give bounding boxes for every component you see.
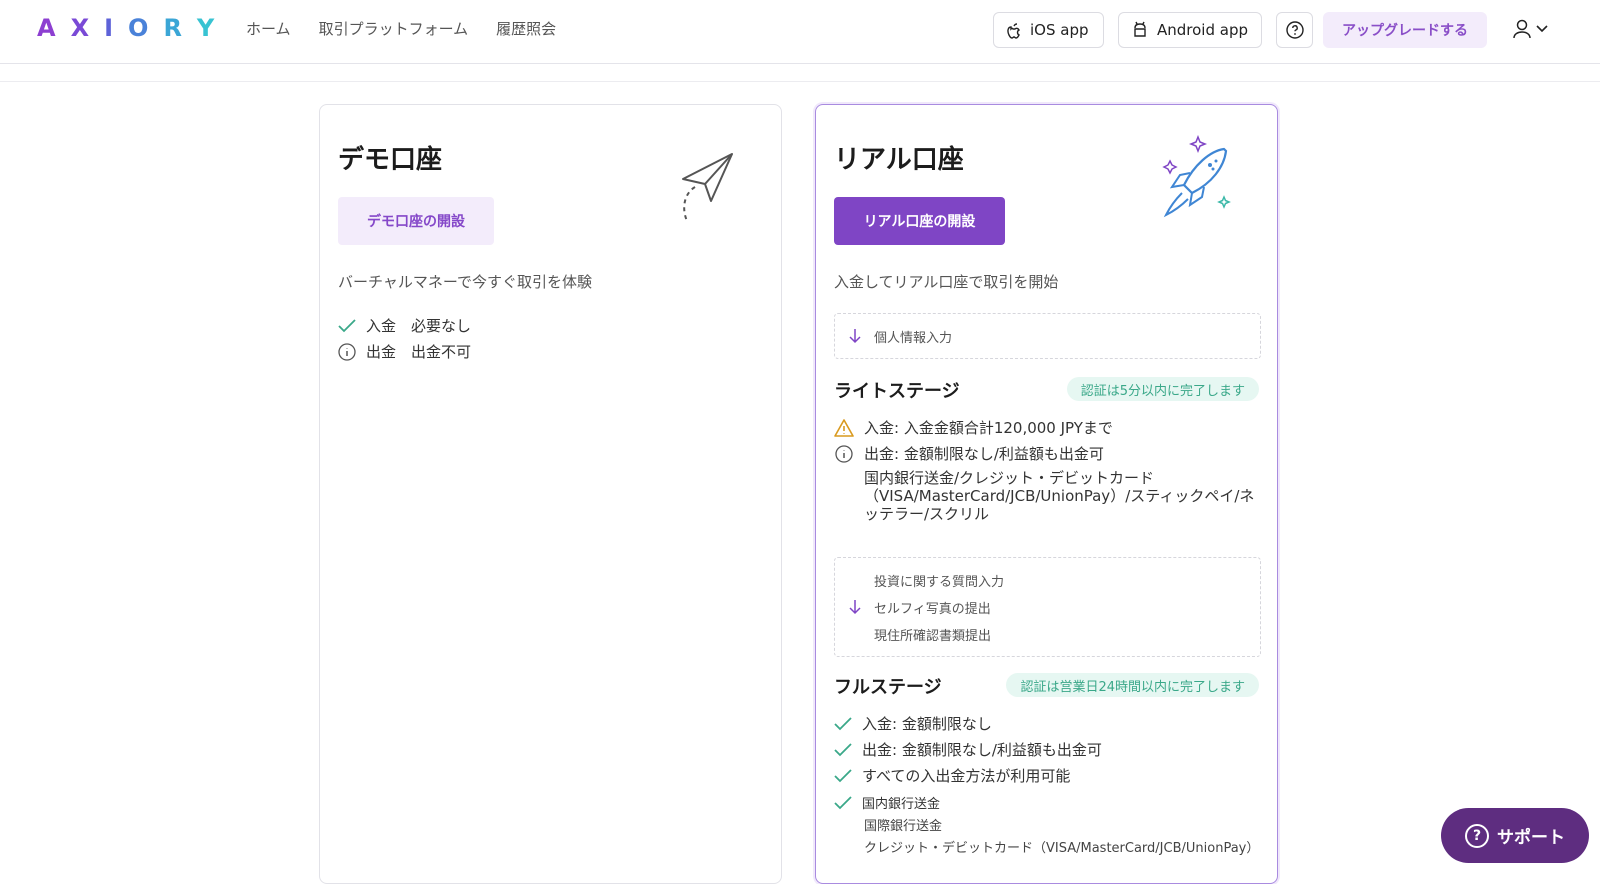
demo-withdraw-text: 出金 出金不可 [366, 343, 472, 361]
nav-history[interactable]: 履歴照会 [496, 18, 556, 39]
question-icon [1285, 21, 1304, 39]
logo-letter: O [128, 14, 164, 42]
full-method-domestic: 国内銀行送金 [862, 797, 941, 812]
android-app-button[interactable]: Android app [1118, 12, 1262, 48]
user-menu[interactable] [1512, 18, 1548, 40]
full-method-international: 国際銀行送金 [864, 819, 943, 834]
demo-deposit-row: 入金 必要なし [338, 315, 471, 336]
info-icon [835, 444, 853, 463]
full-withdraw-row: 出金: 金額制限なし/利益額も出金可 [834, 739, 1102, 760]
question-icon: ? [1465, 823, 1489, 848]
upgrade-button[interactable]: アップグレードする [1323, 12, 1487, 48]
logo-letter: A [37, 14, 71, 42]
full-stage-title: フルステージ [834, 677, 942, 698]
nav-platforms[interactable]: 取引プラットフォーム [319, 18, 469, 39]
full-method-cards: クレジット・デビットカード（VISA/MasterCard/JCB/UnionP… [864, 841, 1260, 856]
support-label: サポート [1497, 828, 1565, 848]
full-all-methods-row: すべての入出金方法が利用可能 [834, 765, 1070, 786]
main-nav: ホーム 取引プラットフォーム 履歴照会 [246, 18, 556, 39]
warning-icon [834, 418, 854, 437]
axiory-logo[interactable]: AXIORY [37, 14, 229, 46]
ios-app-button[interactable]: iOS app [993, 12, 1104, 48]
step-personal-info: 個人情報入力 [834, 313, 1261, 359]
full-deposit-text: 入金: 金額制限なし [862, 715, 992, 733]
logo-letter: Y [196, 14, 230, 42]
demo-withdraw-row: 出金 出金不可 [338, 341, 471, 362]
android-app-label: Android app [1157, 21, 1248, 39]
step-personal-info-text: 個人情報入力 [874, 331, 953, 346]
step-investment-questions: 投資に関する質問入力 [874, 575, 1005, 590]
demo-account-card: デモ口座 デモ口座の開設 バーチャルマネーで今すぐ取引を体験 入金 必要なし 出… [319, 104, 782, 884]
demo-title: デモ口座 [338, 145, 443, 175]
light-stage-badge: 認証は5分以内に完了します [1066, 377, 1259, 401]
info-icon [338, 342, 356, 361]
arrow-down-icon [849, 600, 861, 615]
check-icon [834, 716, 852, 730]
help-button[interactable] [1276, 12, 1313, 48]
real-description: 入金してリアル口座で取引を開始 [834, 273, 1059, 291]
paper-plane-icon [682, 153, 733, 222]
open-real-button[interactable]: リアル口座の開設 [834, 197, 1005, 245]
support-button[interactable]: ? サポート [1441, 808, 1589, 863]
android-icon [1134, 21, 1146, 37]
nav-home[interactable]: ホーム [246, 18, 291, 39]
light-methods-text: 国内銀行送金/クレジット・デビットカード（VISA/MasterCard/JCB… [864, 469, 1255, 523]
check-icon [834, 768, 852, 782]
step-verification: 投資に関する質問入力 セルフィ写真の提出 現住所確認書類提出 [834, 557, 1261, 657]
check-icon [834, 795, 852, 809]
apple-icon [1007, 23, 1020, 39]
user-icon [1513, 19, 1531, 39]
top-header: AXIORY ホーム 取引プラットフォーム 履歴照会 iOS app Andro… [0, 0, 1600, 64]
real-account-card: リアル口座 リアル口座の開設 入金してリアル口座で取引を開始 個人情報入力 ライ… [815, 104, 1278, 884]
demo-deposit-text: 入金 必要なし [366, 317, 472, 335]
step-address-proof: 現住所確認書類提出 [874, 629, 992, 644]
logo-letter: R [163, 14, 197, 42]
full-deposit-row: 入金: 金額制限なし [834, 713, 992, 734]
ios-app-label: iOS app [1030, 21, 1089, 39]
arrow-down-icon [849, 329, 861, 344]
rocket-icon [1162, 135, 1231, 218]
light-stage-title: ライトステージ [834, 381, 960, 402]
open-demo-button[interactable]: デモ口座の開設 [338, 197, 494, 245]
light-deposit-row: 入金: 入金金額合計120,000 JPYまで [834, 417, 1113, 438]
light-withdraw-row: 出金: 金額制限なし/利益額も出金可 [834, 443, 1104, 464]
logo-letter: X [70, 14, 105, 42]
demo-description: バーチャルマネーで今すぐ取引を体験 [338, 273, 592, 291]
chevron-down-icon [1536, 25, 1548, 33]
light-withdraw-text: 出金: 金額制限なし/利益額も出金可 [864, 445, 1104, 463]
full-withdraw-text: 出金: 金額制限なし/利益額も出金可 [862, 741, 1102, 759]
real-title: リアル口座 [834, 145, 964, 175]
divider [0, 81, 1600, 82]
step-selfie: セルフィ写真の提出 [874, 602, 991, 617]
check-icon [338, 318, 356, 332]
full-stage-badge: 認証は営業日24時間以内に完了します [1006, 673, 1259, 697]
full-all-methods-text: すべての入出金方法が利用可能 [862, 767, 1071, 785]
check-icon [834, 742, 852, 756]
light-deposit-text: 入金: 入金金額合計120,000 JPYまで [864, 419, 1113, 437]
full-method-domestic-row: 国内銀行送金 [834, 793, 940, 812]
logo-letter: I [104, 14, 129, 42]
